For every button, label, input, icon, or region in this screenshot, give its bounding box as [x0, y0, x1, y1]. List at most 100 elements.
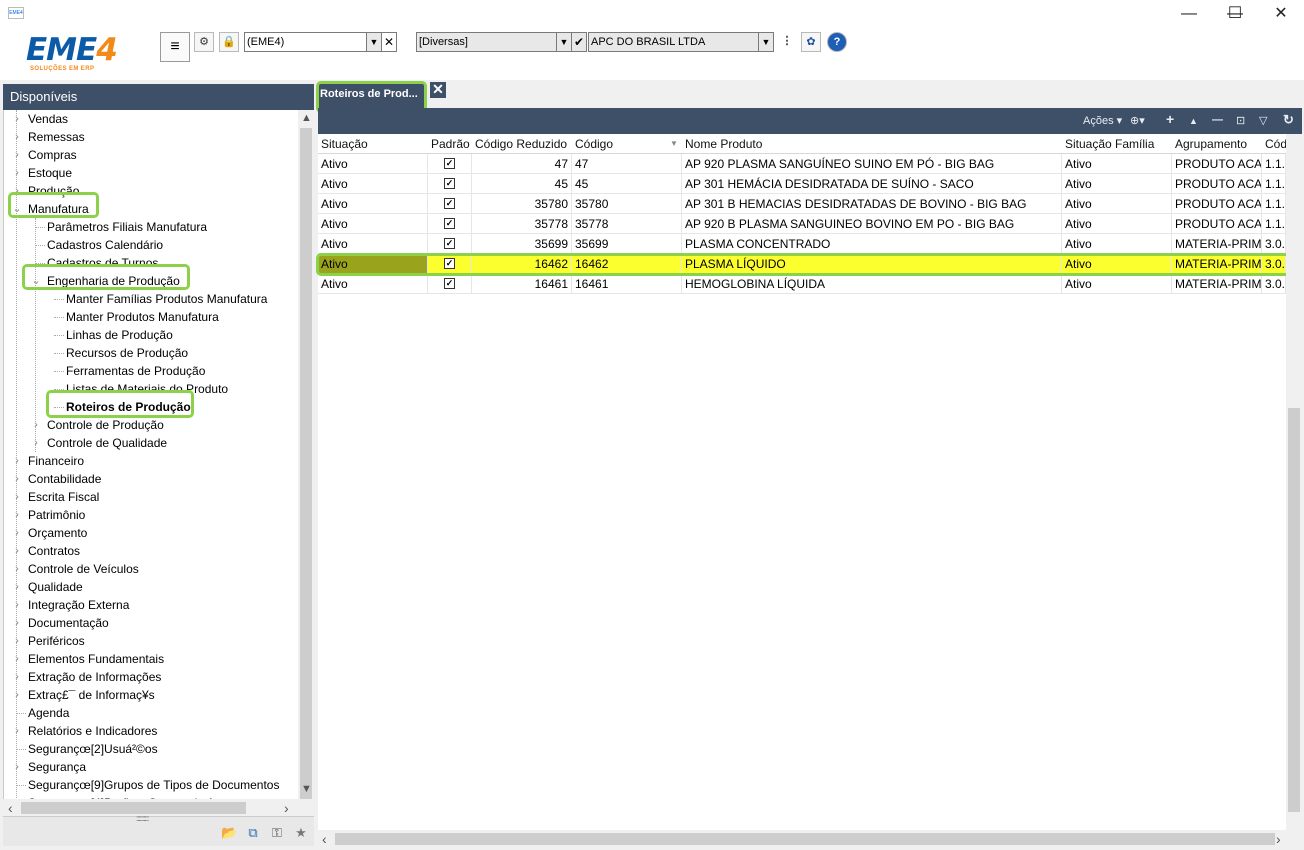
- tree-vertical-scrollbar[interactable]: ▲ ▼: [298, 110, 314, 803]
- lock-icon[interactable]: 🔒: [219, 32, 239, 52]
- tree-item-or-amento[interactable]: › Orçamento: [4, 524, 298, 542]
- cell-agrup[interactable]: MATERIA-PRIMA: [1172, 234, 1262, 254]
- column-header-nome-produto[interactable]: Nome Produto: [682, 134, 1062, 154]
- column-header-padrao[interactable]: Padrão: [428, 134, 473, 154]
- close-window-button[interactable]: ✕: [1258, 0, 1304, 28]
- cell-agrup[interactable]: PRODUTO ACABADO: [1172, 174, 1262, 194]
- cell-cod2[interactable]: 1.1.01: [1262, 194, 1286, 214]
- cell-sit_fam[interactable]: Ativo: [1062, 174, 1172, 194]
- category-dropdown-arrow[interactable]: ▼: [556, 32, 572, 52]
- cell-nome[interactable]: PLASMA CONCENTRADO: [682, 234, 1062, 254]
- expand-chevron-icon[interactable]: ›: [12, 146, 22, 164]
- column-header-codigo-reduzido[interactable]: Código Reduzido: [472, 134, 573, 154]
- cell-nome[interactable]: AP 301 HEMÁCIA DESIDRATADA DE SUÍNO - SA…: [682, 174, 1062, 194]
- move-up-icon[interactable]: ▲: [1189, 116, 1198, 126]
- remove-icon[interactable]: —: [1212, 114, 1223, 126]
- expand-chevron-icon[interactable]: ›: [12, 452, 22, 470]
- window-icon[interactable]: ⊡: [1236, 114, 1245, 127]
- cell-cod_red[interactable]: 16461: [472, 274, 572, 294]
- grid-hscroll-thumb[interactable]: [335, 833, 1275, 845]
- user-icon[interactable]: ⚙: [194, 32, 214, 52]
- cell-cod2[interactable]: 3.0.01: [1262, 274, 1286, 294]
- cell-nome[interactable]: AP 301 B HEMACIAS DESIDRATADAS DE BOVINO…: [682, 194, 1062, 214]
- tree-item-remessas[interactable]: › Remessas: [4, 128, 298, 146]
- more-options-button[interactable]: ⋮: [777, 32, 797, 52]
- cell-cod_red[interactable]: 45: [472, 174, 572, 194]
- cell-nome[interactable]: HEMOGLOBINA LÍQUIDA: [682, 274, 1062, 294]
- settings-icon[interactable]: ✿: [801, 32, 821, 52]
- tree-horizontal-scrollbar[interactable]: ‹ ›: [3, 799, 314, 816]
- key-icon[interactable]: ⚿: [269, 825, 285, 841]
- tree-item-controle-de-produ-o[interactable]: › Controle de Produção: [4, 416, 298, 434]
- expand-chevron-icon[interactable]: ›: [12, 164, 22, 182]
- company-combo[interactable]: (EME4): [244, 32, 367, 52]
- tree-item-relat-rios-e-indicadores[interactable]: › Relatórios e Indicadores: [4, 722, 298, 740]
- tree-item-escrita-fiscal[interactable]: › Escrita Fiscal: [4, 488, 298, 506]
- expand-chevron-icon[interactable]: ›: [12, 596, 22, 614]
- expand-chevron-icon[interactable]: ›: [12, 578, 22, 596]
- default-checkbox[interactable]: ✓: [444, 198, 455, 210]
- category-combo[interactable]: [Diversas]: [416, 32, 557, 52]
- cell-codigo[interactable]: 16461: [572, 274, 682, 294]
- cell-agrup[interactable]: PRODUTO ACABADO: [1172, 194, 1262, 214]
- table-row[interactable]: Ativo ✓ 35699 35699 PLASMA CONCENTRADO Ativo M…: [318, 234, 1286, 254]
- expand-chevron-icon[interactable]: ›: [12, 650, 22, 668]
- favorite-star-icon[interactable]: ★: [293, 825, 309, 841]
- tree-item-controle-de-ve-culos[interactable]: › Controle de Veículos: [4, 560, 298, 578]
- data-grid[interactable]: Situação Padrão Código Reduzido Código ▼…: [318, 134, 1286, 830]
- cell-situacao[interactable]: Ativo: [318, 194, 428, 214]
- expand-chevron-icon[interactable]: ›: [12, 128, 22, 146]
- cell-agrup[interactable]: MATERIA-PRIMA: [1172, 274, 1262, 294]
- cell-situacao[interactable]: Ativo: [318, 274, 428, 294]
- cell-situacao[interactable]: Ativo: [318, 214, 428, 234]
- actions-menu[interactable]: Ações ▾: [1083, 114, 1122, 127]
- company-clear-button[interactable]: ✕: [381, 32, 397, 52]
- grid-scroll-right-arrow[interactable]: ›: [1276, 831, 1281, 847]
- cell-sit_fam[interactable]: Ativo: [1062, 194, 1172, 214]
- expand-chevron-icon[interactable]: ›: [12, 632, 22, 650]
- tree-item-contabilidade[interactable]: › Contabilidade: [4, 470, 298, 488]
- grid-scroll-thumb[interactable]: [1288, 408, 1300, 812]
- cell-situacao[interactable]: Ativo: [318, 174, 428, 194]
- funnel-filter-icon[interactable]: ▽: [1259, 114, 1267, 127]
- tree-item-controle-de-qualidade[interactable]: › Controle de Qualidade: [4, 434, 298, 452]
- cell-agrup[interactable]: PRODUTO ACABADO: [1172, 214, 1262, 234]
- cell-codigo[interactable]: 45: [572, 174, 682, 194]
- cell-situacao[interactable]: Ativo: [318, 154, 428, 174]
- column-header-situacao[interactable]: Situação: [318, 134, 428, 154]
- cell-codigo[interactable]: 35780: [572, 194, 682, 214]
- column-header-agrupamento[interactable]: Agrupamento: [1172, 134, 1262, 154]
- cell-nome[interactable]: AP 920 B PLASMA SANGUINEO BOVINO EM PO -…: [682, 214, 1062, 234]
- column-header-situacao-familia[interactable]: Situação Família: [1062, 134, 1172, 154]
- expand-chevron-icon[interactable]: ›: [12, 524, 22, 542]
- menu-button[interactable]: ≡: [160, 32, 190, 62]
- expand-chevron-icon[interactable]: ›: [31, 434, 41, 452]
- company-dropdown-arrow[interactable]: ▼: [366, 32, 382, 52]
- default-checkbox[interactable]: ✓: [444, 178, 455, 190]
- tree-item-compras[interactable]: › Compras: [4, 146, 298, 164]
- cell-sit_fam[interactable]: Ativo: [1062, 234, 1172, 254]
- table-row[interactable]: Ativo ✓ 45 45 AP 301 HEMÁCIA DESIDRATADA DE …: [318, 174, 1286, 194]
- cell-codigo[interactable]: 35778: [572, 214, 682, 234]
- expand-chevron-icon[interactable]: ›: [12, 668, 22, 686]
- cell-nome[interactable]: AP 920 PLASMA SANGUÍNEO SUINO EM PÓ - BI…: [682, 154, 1062, 174]
- default-checkbox[interactable]: ✓: [444, 158, 455, 170]
- grid-horizontal-scrollbar[interactable]: ‹ ›: [318, 830, 1302, 847]
- expand-chevron-icon[interactable]: ›: [12, 686, 22, 704]
- tree-item-documenta-o[interactable]: › Documentação: [4, 614, 298, 632]
- table-row[interactable]: Ativo ✓ 35778 35778 AP 920 B PLASMA SANGUINE…: [318, 214, 1286, 234]
- expand-chevron-icon[interactable]: ›: [12, 488, 22, 506]
- grid-scroll-left-arrow[interactable]: ‹: [322, 831, 327, 847]
- tree-item-qualidade[interactable]: › Qualidade: [4, 578, 298, 596]
- expand-chevron-icon[interactable]: ›: [12, 542, 22, 560]
- tree-item-extra-de-informa-s[interactable]: › Extraç£¯ de Informaç¥s: [4, 686, 298, 704]
- cell-cod_red[interactable]: 35778: [472, 214, 572, 234]
- default-checkbox[interactable]: ✓: [444, 278, 455, 290]
- cell-sit_fam[interactable]: Ativo: [1062, 154, 1172, 174]
- grid-vertical-scrollbar[interactable]: [1286, 134, 1302, 830]
- column-header-codigo[interactable]: Código: [572, 134, 672, 154]
- cell-codigo[interactable]: 47: [572, 154, 682, 174]
- cell-cod_red[interactable]: 35780: [472, 194, 572, 214]
- tree-item-seguran-9-grupos-de-tipos-de-documentos[interactable]: Segurançœ[9]Grupos de Tipos de Documento…: [4, 776, 298, 794]
- confirm-check-button[interactable]: ✔: [571, 32, 587, 52]
